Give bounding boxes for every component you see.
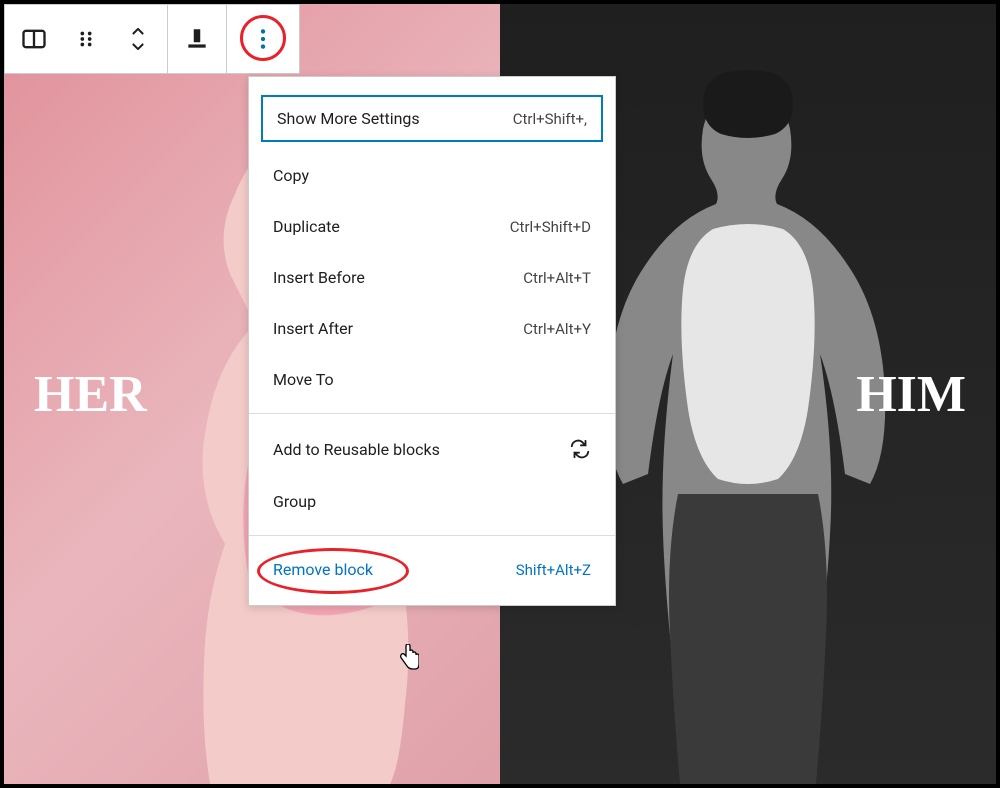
menu-item-label: Add to Reusable blocks: [273, 440, 440, 459]
columns-block-icon[interactable]: [15, 20, 53, 58]
menu-remove-block[interactable]: Remove block Shift+Alt+Z: [249, 544, 615, 595]
move-up-down-icon[interactable]: [119, 20, 157, 58]
toolbar-more-button[interactable]: [227, 5, 299, 73]
menu-item-label: Copy: [273, 166, 309, 185]
her-label: HER: [34, 365, 147, 424]
menu-item-shortcut: Ctrl+Shift+,: [513, 110, 587, 128]
more-vertical-icon: [250, 26, 276, 52]
toolbar-group-block: [5, 5, 168, 73]
align-icon[interactable]: [178, 20, 216, 58]
block-options-menu: Show More Settings Ctrl+Shift+, Copy Dup…: [248, 76, 616, 606]
block-toolbar: [4, 4, 300, 74]
him-figure: [573, 64, 923, 784]
drag-handle-icon[interactable]: [67, 20, 105, 58]
menu-item-label: Group: [273, 492, 316, 511]
menu-separator: [249, 535, 615, 536]
menu-copy[interactable]: Copy: [249, 150, 615, 201]
menu-separator: [249, 413, 615, 414]
menu-show-more-settings[interactable]: Show More Settings Ctrl+Shift+,: [261, 95, 603, 142]
reusable-icon: [569, 438, 591, 460]
menu-item-label: Show More Settings: [277, 109, 420, 128]
menu-insert-before[interactable]: Insert Before Ctrl+Alt+T: [249, 252, 615, 303]
menu-item-label: Insert After: [273, 319, 353, 338]
menu-item-label: Remove block: [273, 560, 373, 579]
menu-item-label: Move To: [273, 370, 334, 389]
menu-item-label: Duplicate: [273, 217, 340, 236]
menu-insert-after[interactable]: Insert After Ctrl+Alt+Y: [249, 303, 615, 354]
editor-canvas: HER HIM: [0, 0, 1000, 788]
menu-duplicate[interactable]: Duplicate Ctrl+Shift+D: [249, 201, 615, 252]
menu-item-shortcut: Ctrl+Alt+Y: [523, 320, 591, 338]
toolbar-group-align: [168, 5, 227, 73]
menu-item-shortcut: Shift+Alt+Z: [516, 561, 591, 579]
menu-add-reusable[interactable]: Add to Reusable blocks: [249, 422, 615, 476]
menu-item-label: Insert Before: [273, 268, 365, 287]
menu-group[interactable]: Group: [249, 476, 615, 527]
menu-move-to[interactable]: Move To: [249, 354, 615, 405]
menu-item-shortcut: Ctrl+Alt+T: [523, 269, 591, 287]
menu-item-shortcut: Ctrl+Shift+D: [510, 218, 591, 236]
him-label: HIM: [856, 365, 966, 424]
